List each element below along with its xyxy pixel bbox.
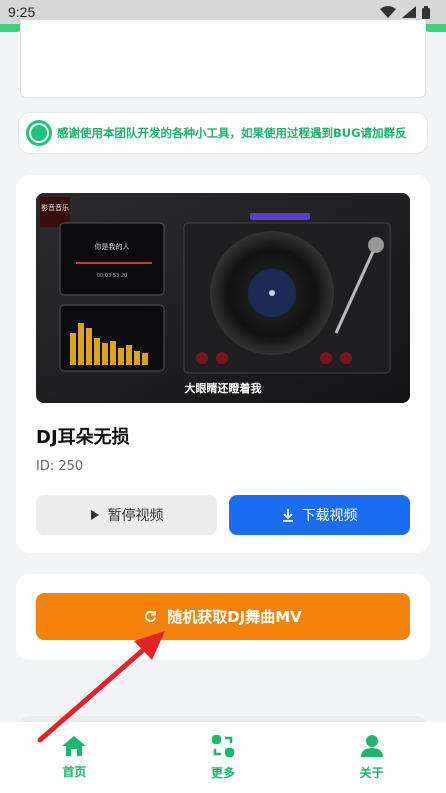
thumbnail-song: 你是我的人 [95,242,130,251]
pause-video-button[interactable]: 暂停视频 [36,495,217,535]
thumbnail-caption: 大眼睛还瞪着我 [185,381,262,395]
download-icon [282,508,293,522]
refresh-icon [145,610,157,622]
random-card: 随机获取DJ舞曲MV [16,574,430,660]
nav-label-about: 关于 [359,766,384,780]
random-dj-mv-label: 随机获取DJ舞曲MV [167,608,302,626]
wifi-icon [380,6,396,18]
download-video-label: 下载视频 [301,508,358,524]
battery-icon [422,5,430,19]
video-title: DJ耳朵无损 [36,427,130,448]
nav-label-more: 更多 [211,766,236,780]
signal-icon [402,6,416,18]
pause-video-label: 暂停视频 [107,508,164,524]
user-icon [360,735,383,757]
random-dj-mv-button[interactable]: 随机获取DJ舞曲MV [36,593,410,640]
nav-item-home[interactable]: 首页 [0,722,149,793]
play-icon [90,510,99,520]
top-card [20,20,426,98]
video-id: ID: 250 [36,459,84,474]
more-icon [212,735,234,757]
nav-label-home: 首页 [62,765,87,779]
notice-text: 感谢使用本团队开发的各种小工具，如果使用过程遇到BUG请加群反 [57,126,407,140]
status-icons [380,5,438,19]
thumbnail-logo-text: 影音音乐 [41,203,69,212]
thumbnail-time: 00:03:53:20 [97,273,128,279]
status-time: 9:25 [8,4,36,20]
bottom-nav: 首页 更多 关于 [0,722,446,793]
notice-banner[interactable]: 感谢使用本团队开发的各种小工具，如果使用过程遇到BUG请加群反 [18,112,428,154]
nav-item-about[interactable]: 关于 [297,722,446,793]
download-video-button[interactable]: 下载视频 [229,495,410,535]
notice-dot-icon [29,123,49,143]
home-icon [62,736,87,756]
video-thumbnail[interactable]: 影音音乐 你是我的人 00:03:53:20 大眼睛还瞪着我 [36,193,410,403]
video-card: 影音音乐 你是我的人 00:03:53:20 大眼睛还瞪着我 DJ耳朵无损 ID… [16,175,430,553]
nav-item-more[interactable]: 更多 [149,722,298,793]
